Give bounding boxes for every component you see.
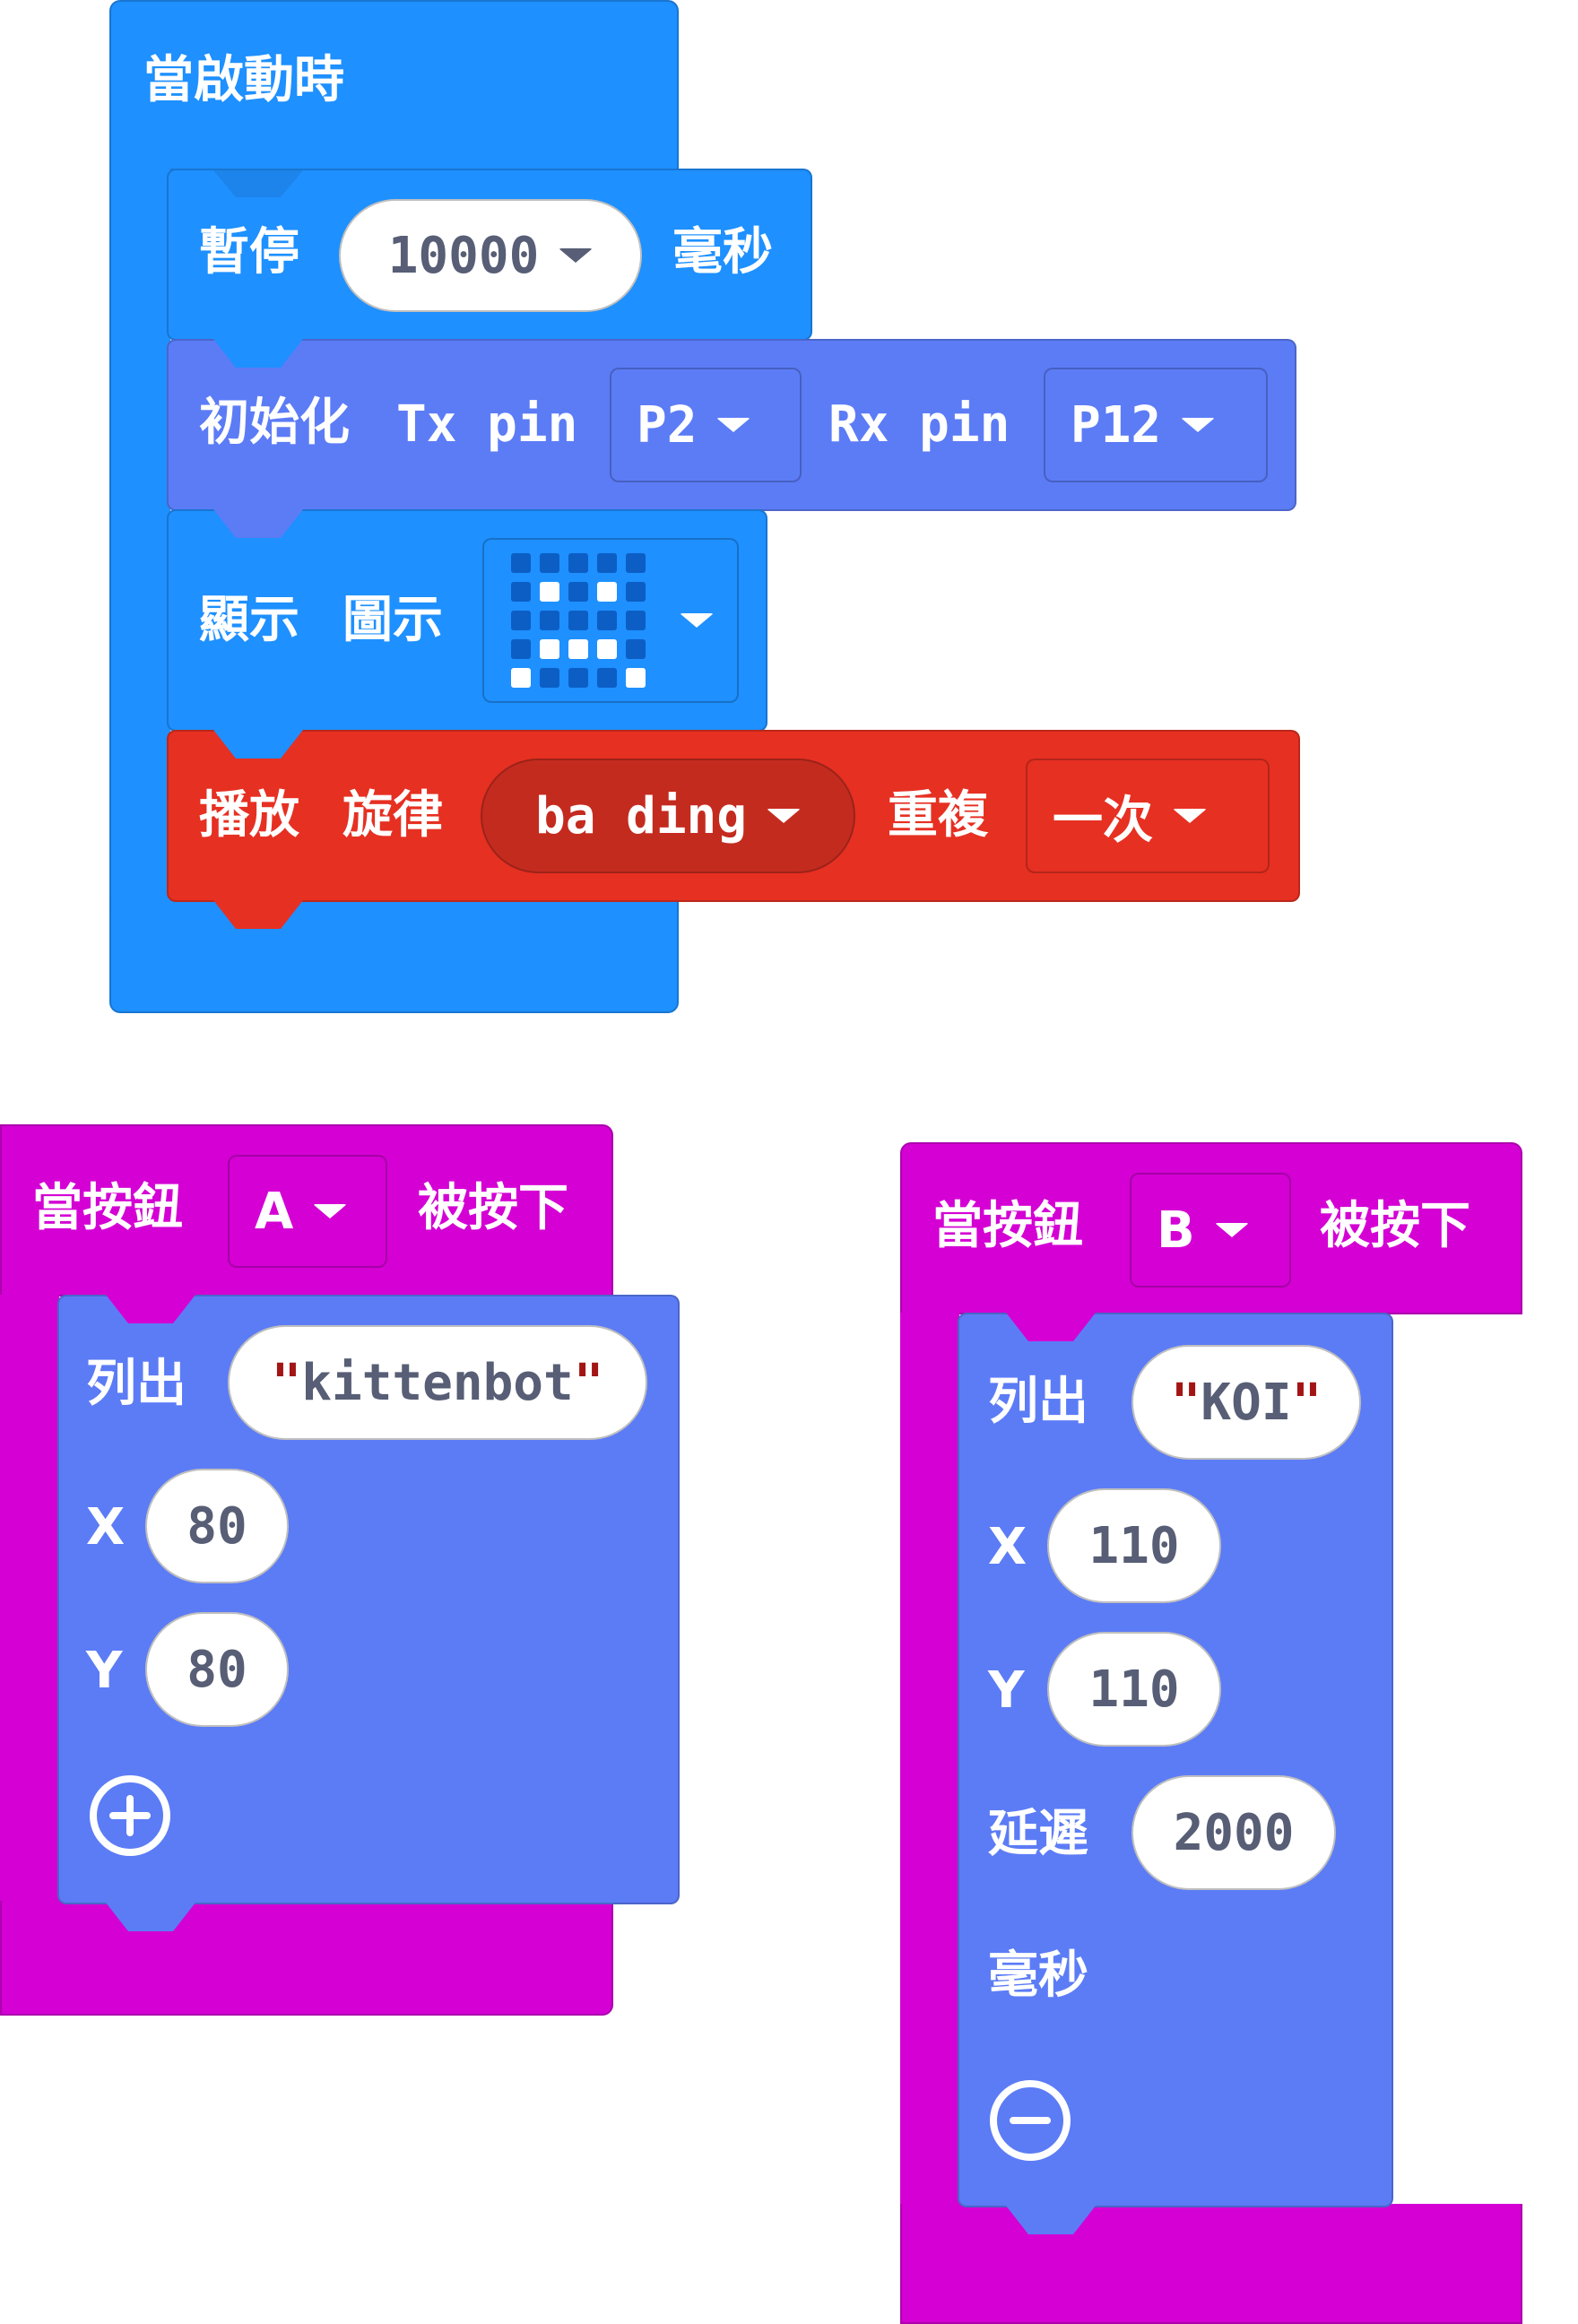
list-label: 列出 bbox=[86, 1355, 186, 1413]
delay-value-input[interactable]: 2000 bbox=[1131, 1775, 1336, 1890]
play-label: 播放 bbox=[199, 786, 299, 845]
on-start-c-arm bbox=[109, 169, 170, 922]
led-cell bbox=[597, 553, 617, 573]
led-cell bbox=[540, 668, 559, 688]
chevron-down-icon bbox=[559, 248, 594, 263]
repeat-label: 重複 bbox=[888, 786, 988, 845]
led-cell bbox=[597, 611, 617, 630]
led-cell bbox=[568, 582, 588, 602]
led-matrix-preview bbox=[511, 553, 646, 688]
pause-duration-dropdown[interactable]: 10000 bbox=[339, 199, 642, 312]
delay-label: 延遲 bbox=[988, 1805, 1088, 1863]
button-a-dropdown[interactable]: A bbox=[228, 1155, 387, 1268]
button-b-c-arm bbox=[900, 1313, 959, 2209]
chevron-down-icon bbox=[1214, 1223, 1249, 1237]
led-cell bbox=[511, 582, 531, 602]
chevron-down-icon bbox=[1181, 418, 1216, 432]
chevron-down-icon bbox=[716, 418, 751, 432]
delay-unit-label: 毫秒 bbox=[988, 1947, 1088, 2005]
chevron-down-icon bbox=[767, 809, 801, 823]
button-a-prefix: 當按鈕 bbox=[32, 1179, 183, 1237]
x-label: X bbox=[86, 1498, 126, 1557]
led-cell bbox=[568, 553, 588, 573]
led-cell bbox=[626, 582, 646, 602]
icon-label: 圖示 bbox=[342, 591, 443, 649]
serial-init-label: 初始化 bbox=[199, 394, 350, 452]
x-label: X bbox=[988, 1518, 1027, 1576]
pause-unit-label: 毫秒 bbox=[672, 223, 773, 282]
button-b-dropdown[interactable]: B bbox=[1130, 1173, 1291, 1288]
led-cell bbox=[540, 639, 559, 659]
rx-pin-label: Rx pin bbox=[828, 395, 1010, 454]
list-text-input[interactable]: " kittenbot " bbox=[228, 1325, 647, 1440]
icon-picker-dropdown[interactable] bbox=[482, 538, 739, 703]
led-cell bbox=[597, 639, 617, 659]
tx-pin-dropdown[interactable]: P2 bbox=[610, 368, 802, 482]
button-a-c-arm bbox=[0, 1295, 59, 1904]
melody-dropdown[interactable]: ba ding bbox=[481, 759, 855, 873]
led-cell bbox=[540, 582, 559, 602]
led-cell bbox=[597, 668, 617, 688]
led-cell bbox=[540, 611, 559, 630]
led-cell bbox=[511, 668, 531, 688]
chevron-down-icon bbox=[313, 1204, 348, 1218]
led-cell bbox=[568, 639, 588, 659]
melody-label: 旋律 bbox=[342, 786, 443, 845]
button-a-bottom bbox=[0, 1901, 613, 2016]
x-value-input[interactable]: 110 bbox=[1047, 1488, 1221, 1603]
led-cell bbox=[568, 668, 588, 688]
y-label: Y bbox=[86, 1642, 123, 1700]
minus-circle-icon[interactable] bbox=[990, 2080, 1071, 2161]
led-cell bbox=[568, 611, 588, 630]
led-cell bbox=[626, 639, 646, 659]
led-cell bbox=[511, 639, 531, 659]
on-start-bottom bbox=[109, 897, 679, 1013]
chevron-down-icon bbox=[680, 613, 714, 628]
led-cell bbox=[597, 582, 617, 602]
list-text-input[interactable]: " KOI " bbox=[1131, 1345, 1361, 1460]
button-a-suffix: 被按下 bbox=[418, 1179, 568, 1237]
plus-circle-icon[interactable] bbox=[90, 1775, 170, 1856]
pause-label: 暫停 bbox=[199, 223, 299, 282]
show-label: 顯示 bbox=[199, 591, 299, 649]
led-cell bbox=[540, 553, 559, 573]
y-value-input[interactable]: 110 bbox=[1047, 1632, 1221, 1747]
chevron-down-icon bbox=[1173, 809, 1207, 823]
on-start-label: 當啟動時 bbox=[143, 51, 344, 109]
led-cell bbox=[626, 553, 646, 573]
led-cell bbox=[511, 553, 531, 573]
button-b-bottom bbox=[900, 2204, 1522, 2324]
list-label: 列出 bbox=[988, 1373, 1088, 1431]
led-cell bbox=[511, 611, 531, 630]
y-label: Y bbox=[988, 1661, 1025, 1720]
button-b-suffix: 被按下 bbox=[1320, 1197, 1470, 1255]
repeat-dropdown[interactable]: 一次 bbox=[1026, 759, 1270, 873]
button-b-prefix: 當按鈕 bbox=[932, 1197, 1083, 1255]
y-value-input[interactable]: 80 bbox=[145, 1612, 289, 1727]
rx-pin-dropdown[interactable]: P12 bbox=[1044, 368, 1268, 482]
x-value-input[interactable]: 80 bbox=[145, 1469, 289, 1583]
led-cell bbox=[626, 668, 646, 688]
tx-pin-label: Tx pin bbox=[396, 395, 578, 454]
led-cell bbox=[626, 611, 646, 630]
